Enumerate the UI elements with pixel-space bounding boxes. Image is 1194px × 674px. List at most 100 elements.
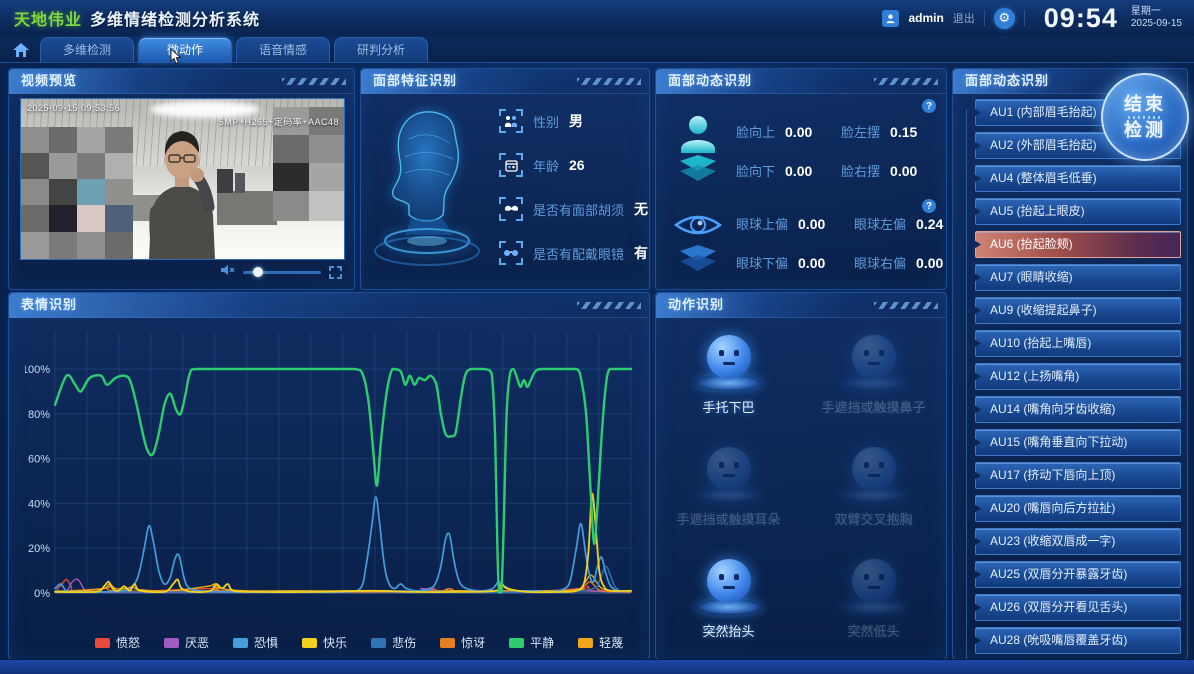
logout-button[interactable]: 退出	[953, 10, 975, 26]
orb-face-icon	[707, 447, 751, 491]
bottom-bar	[0, 660, 1194, 674]
orb-face-icon	[707, 335, 751, 379]
video-preview-panel: 视频预览	[8, 68, 355, 290]
au-item[interactable]: AU20 (嘴唇向后方拉扯)	[975, 495, 1181, 522]
action-grid: 手托下巴 手遮挡或触摸鼻子 手遮挡或触摸耳朵 双臂交叉抱胸 突然抬头	[656, 319, 946, 655]
home-icon[interactable]	[6, 38, 36, 62]
page-title: 多维情绪检测分析系统	[90, 6, 260, 30]
legend-swatch	[302, 638, 317, 648]
eye-metrics: 眼球上偏 0.00 眼球左偏 0.24 眼球下偏 0.00 眼球右偏 0.00	[736, 214, 962, 272]
legend-swatch	[509, 638, 524, 648]
panel-header: 面部特征识别	[361, 69, 649, 94]
hologram-head	[369, 99, 489, 282]
gear-icon[interactable]: ⚙	[994, 8, 1015, 29]
legend-item: 悲伤	[371, 634, 416, 651]
legend-item: 快乐	[302, 634, 347, 651]
face-dynamics-panel: 面部动态识别 ? ? 脸向上 0.00 脸左摆 0.15 脸向下 0.00 脸右…	[655, 68, 947, 290]
panel-header: 动作识别	[656, 293, 946, 318]
au-item[interactable]: AU12 (上扬嘴角)	[975, 363, 1181, 390]
panel-title: 动作识别	[656, 297, 724, 312]
au-item[interactable]: AU28 (吮吸嘴唇覆盖牙齿)	[975, 627, 1181, 654]
video-timestamp: 2025-09-15 09:53:56	[27, 103, 120, 113]
au-item[interactable]: AU9 (收缩提起鼻子)	[975, 297, 1181, 324]
feature-row-beard: 是否有面部胡须 无	[499, 197, 648, 221]
action-recognition-panel: 动作识别 手托下巴 手遮挡或触摸鼻子 手遮挡或触摸耳朵 双臂	[655, 292, 947, 660]
au-item[interactable]: AU15 (嘴角垂直向下拉动)	[975, 429, 1181, 456]
person-icon	[672, 111, 724, 191]
orb-face-icon	[852, 335, 896, 379]
action-hand-on-chin[interactable]: 手托下巴	[656, 319, 801, 431]
expression-chart: 0%20%40%60%80%100%	[25, 325, 637, 623]
action-hand-touch-ear[interactable]: 手遮挡或触摸耳朵	[656, 431, 801, 543]
divider	[1024, 10, 1025, 26]
eye-movement-group: 眼球上偏 0.00 眼球左偏 0.24 眼球下偏 0.00 眼球右偏 0.00	[672, 205, 962, 281]
legend-item: 轻蔑	[578, 634, 623, 651]
divider	[984, 10, 985, 26]
weekday: 星期一	[1131, 6, 1182, 18]
panel-title: 面部特征识别	[361, 73, 457, 88]
panel-title: 表情识别	[9, 297, 77, 312]
glasses-icon	[499, 241, 523, 265]
svg-text:80%: 80%	[28, 409, 50, 421]
au-item[interactable]: AU4 (整体眉毛低垂)	[975, 165, 1181, 192]
legend-swatch	[95, 638, 110, 648]
header-stripes	[282, 78, 346, 85]
au-item[interactable]: AU10 (抬起上嘴唇)	[975, 330, 1181, 357]
au-list: AU1 (内部眉毛抬起) AU2 (外部眉毛抬起) AU4 (整体眉毛低垂) A…	[961, 99, 1181, 674]
au-item[interactable]: AU6 (抬起脸颊)	[975, 231, 1181, 258]
action-sudden-head-up[interactable]: 突然抬头	[656, 543, 801, 655]
beard-icon	[499, 197, 523, 221]
au-panel: 面部动态识别 结束 检测 AU1 (内部眉毛抬起) AU2 (外部眉毛抬起) A…	[952, 68, 1188, 660]
age-icon	[499, 153, 523, 177]
legend-item: 愤怒	[95, 634, 140, 651]
expression-panel: 表情识别 0%20%40%60%80%100% 愤怒 厌恶 恐惧 快乐 悲伤 惊…	[8, 292, 650, 660]
au-item[interactable]: AU7 (眼睛收缩)	[975, 264, 1181, 291]
header-right: admin 退出 ⚙ 09:54 星期一 2025-09-15	[882, 3, 1182, 34]
speaker-muted-icon[interactable]	[221, 263, 235, 281]
action-arms-crossed[interactable]: 双臂交叉抱胸	[801, 431, 946, 543]
feature-row-glasses: 是否有配戴眼镜 有	[499, 241, 648, 265]
volume-slider[interactable]	[243, 271, 321, 274]
stop-button-divider	[1128, 116, 1162, 119]
panel-title: 视频预览	[9, 73, 77, 88]
header-stripes	[577, 78, 641, 85]
svg-text:100%: 100%	[25, 364, 50, 376]
legend-swatch	[233, 638, 248, 648]
action-hand-touch-nose[interactable]: 手遮挡或触摸鼻子	[801, 319, 946, 431]
stop-detection-button[interactable]: 结束 检测	[1101, 73, 1189, 161]
header-stripes	[874, 302, 938, 309]
gender-icon	[499, 109, 523, 133]
au-item[interactable]: AU25 (双唇分开暴露牙齿)	[975, 561, 1181, 588]
panel-title: 面部动态识别	[953, 73, 1049, 88]
fullscreen-icon[interactable]	[329, 266, 342, 279]
username: admin	[908, 11, 943, 25]
volume-knob[interactable]	[253, 267, 263, 277]
face-feature-panel: 面部特征识别 性	[360, 68, 650, 290]
orb-face-icon	[707, 559, 751, 603]
tab-micro-action[interactable]: 微动作	[138, 37, 232, 62]
tab-voice-emotion[interactable]: 语音情感	[236, 37, 330, 62]
tab-multi-detection[interactable]: 多维检测	[40, 37, 134, 62]
svg-text:20%: 20%	[28, 543, 50, 555]
header-stripes	[874, 78, 938, 85]
legend-swatch	[164, 638, 179, 648]
feature-row-age: 年龄 26	[499, 153, 648, 177]
au-item[interactable]: AU17 (挤动下唇向上顶)	[975, 462, 1181, 489]
video-controls	[221, 263, 342, 281]
panel-header: 面部动态识别	[656, 69, 946, 94]
panel-title: 面部动态识别	[656, 73, 752, 88]
legend-item: 厌恶	[164, 634, 209, 651]
eye-icon	[672, 207, 724, 279]
legend-item: 恐惧	[233, 634, 278, 651]
orb-face-icon	[852, 559, 896, 603]
au-item[interactable]: AU26 (双唇分开看见舌头)	[975, 594, 1181, 621]
panel-header: 视频预览	[9, 69, 354, 94]
face-orientation-group: 脸向上 0.00 脸左摆 0.15 脸向下 0.00 脸右摆 0.00	[672, 105, 936, 197]
au-item[interactable]: AU14 (嘴角向牙齿收缩)	[975, 396, 1181, 423]
action-sudden-head-down[interactable]: 突然低头	[801, 543, 946, 655]
video-frame[interactable]: 2025-09-15 09:53:56 5MP+H265+定码率+AAC48	[20, 98, 345, 260]
tab-analysis[interactable]: 研判分析	[334, 37, 428, 62]
au-item[interactable]: AU5 (抬起上眼皮)	[975, 198, 1181, 225]
au-item[interactable]: AU23 (收缩双唇成一字)	[975, 528, 1181, 555]
video-stream-info: 5MP+H265+定码率+AAC48	[219, 115, 339, 128]
